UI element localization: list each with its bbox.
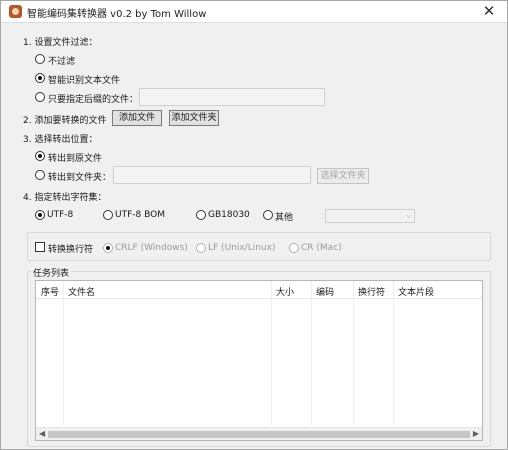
column-header-index[interactable]: 序号 xyxy=(41,285,59,298)
newline-convert-checkbox[interactable] xyxy=(35,242,45,252)
filter-smart-label: 智能识别文本文件 xyxy=(48,76,121,86)
charset-gb18030-label: GB18030 xyxy=(208,210,250,220)
task-list-header: 序号 文件名 大小 编码 换行符 文本片段 xyxy=(36,281,482,299)
window-title: 智能编码集转换器 v0.2 by Tom Willow xyxy=(27,9,207,20)
task-list[interactable]: 序号 文件名 大小 编码 换行符 文本片段 ◀ ▶ xyxy=(35,280,483,441)
newline-crlf-label: CRLF (Windows) xyxy=(115,243,188,253)
add-file-button[interactable]: 添加文件 xyxy=(112,110,162,126)
newline-lf-radio[interactable] xyxy=(196,243,206,253)
charset-utf8bom-label: UTF-8 BOM xyxy=(115,210,165,220)
filter-none-label: 不过滤 xyxy=(48,57,76,67)
output-folder-input[interactable] xyxy=(113,166,311,184)
scroll-left-icon[interactable]: ◀ xyxy=(39,429,45,438)
output-heading: 3. 选择转出位置： xyxy=(23,135,98,145)
app-window: 智能编码集转换器 v0.2 by Tom Willow ✕ 1. 设置文件过滤：… xyxy=(0,0,508,450)
charset-other-label: 其他 xyxy=(275,213,294,223)
charset-other-select[interactable]: ⌵ xyxy=(325,209,415,223)
newline-crlf-radio[interactable] xyxy=(103,243,113,253)
filter-heading: 1. 设置文件过滤： xyxy=(23,38,98,48)
column-header-filename[interactable]: 文件名 xyxy=(68,285,95,298)
filter-smart-radio[interactable] xyxy=(35,73,45,83)
column-divider xyxy=(393,281,394,425)
filter-suffix-radio[interactable] xyxy=(35,92,45,102)
charset-utf8-label: UTF-8 xyxy=(47,210,74,220)
newline-cr-label: CR (Mac) xyxy=(301,243,342,253)
charset-heading: 4. 指定转出字符集： xyxy=(23,193,107,203)
column-divider xyxy=(353,281,354,425)
choose-folder-button[interactable]: 选择文件夹 xyxy=(317,168,369,184)
column-divider xyxy=(63,281,64,425)
output-folder-label: 转出到文件夹： xyxy=(48,173,112,183)
column-divider xyxy=(271,281,272,425)
column-header-newline[interactable]: 换行符 xyxy=(358,285,385,298)
scrollbar-thumb[interactable] xyxy=(48,431,470,438)
filter-none-radio[interactable] xyxy=(35,54,45,64)
column-header-size[interactable]: 大小 xyxy=(276,285,294,298)
column-divider xyxy=(311,281,312,425)
close-button[interactable]: ✕ xyxy=(471,1,507,23)
scroll-right-icon[interactable]: ▶ xyxy=(473,429,479,438)
newline-convert-label: 转换换行符 xyxy=(48,245,94,255)
column-header-snippet[interactable]: 文本片段 xyxy=(398,285,434,298)
chevron-down-icon: ⌵ xyxy=(405,211,412,220)
output-original-label: 转出到原文件 xyxy=(48,154,103,164)
add-folder-button[interactable]: 添加文件夹 xyxy=(169,110,219,126)
charset-utf8bom-radio[interactable] xyxy=(103,210,113,220)
newline-lf-label: LF (Unix/Linux) xyxy=(208,243,276,253)
column-header-encoding[interactable]: 编码 xyxy=(316,285,334,298)
newline-cr-radio[interactable] xyxy=(289,243,299,253)
task-list-heading: 任务列表 xyxy=(31,266,72,279)
filter-suffix-label: 只要指定后缀的文件： xyxy=(48,95,139,105)
charset-gb18030-radio[interactable] xyxy=(196,210,206,220)
app-logo-icon xyxy=(9,5,22,18)
charset-utf8-radio[interactable] xyxy=(35,210,45,220)
horizontal-scrollbar[interactable]: ◀ ▶ xyxy=(36,427,482,440)
charset-other-radio[interactable] xyxy=(263,210,273,220)
output-original-radio[interactable] xyxy=(35,151,45,161)
title-bar: 智能编码集转换器 v0.2 by Tom Willow ✕ xyxy=(1,1,507,23)
add-heading: 2. 添加要转换的文件 xyxy=(23,116,107,126)
suffix-input[interactable] xyxy=(139,88,325,106)
output-folder-radio[interactable] xyxy=(35,170,45,180)
